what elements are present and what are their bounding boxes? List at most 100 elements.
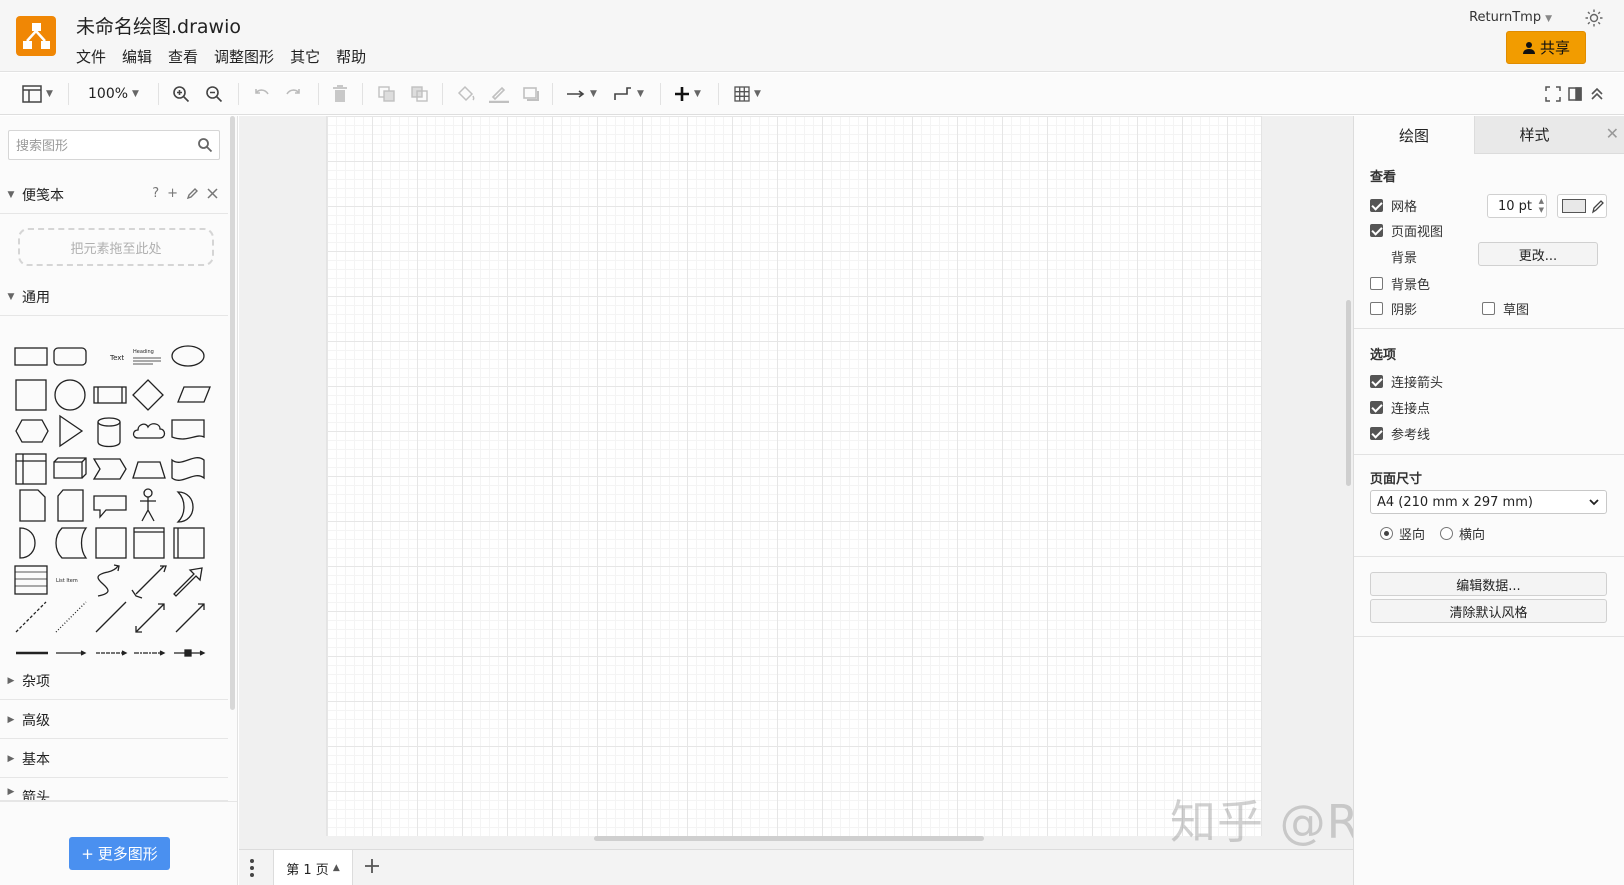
- shape-ellipse[interactable]: [171, 345, 205, 367]
- page-size-select[interactable]: A4 (210 mm x 297 mm): [1370, 490, 1607, 514]
- background-color-checkbox[interactable]: [1370, 277, 1383, 290]
- zoom-dropdown[interactable]: 100% ▼: [88, 83, 139, 105]
- sketch-checkbox[interactable]: [1482, 302, 1495, 315]
- guides-option[interactable]: 参考线: [1370, 424, 1430, 443]
- connection-points-checkbox[interactable]: [1370, 401, 1383, 414]
- shape-tape[interactable]: [171, 457, 205, 481]
- fullscreen-button[interactable]: [1545, 83, 1561, 105]
- shape-cylinder[interactable]: [97, 417, 121, 448]
- shape-list-item[interactable]: List Item: [56, 578, 78, 584]
- menu-view[interactable]: 查看: [168, 46, 198, 67]
- spinner-icon[interactable]: ▲ ▼: [1539, 197, 1544, 215]
- shape-labeled-connector[interactable]: [96, 650, 128, 656]
- zoom-out-button[interactable]: [205, 83, 223, 105]
- grid-checkbox[interactable]: [1370, 199, 1383, 212]
- zoom-in-button[interactable]: [172, 83, 190, 105]
- table-button[interactable]: ▼: [734, 83, 761, 105]
- portrait-radio[interactable]: [1380, 527, 1393, 540]
- general-header[interactable]: ▼ 通用: [0, 278, 228, 316]
- shadow-option[interactable]: 阴影: [1370, 299, 1417, 318]
- page-tab-1[interactable]: 第 1 页 ▲: [273, 850, 353, 885]
- connection-style-button[interactable]: ▼: [566, 83, 597, 105]
- shape-list[interactable]: [14, 565, 48, 595]
- shape-vertical-container[interactable]: [173, 527, 205, 559]
- menu-arrange[interactable]: 调整图形: [214, 46, 274, 67]
- shape-textbox[interactable]: Heading: [133, 349, 161, 365]
- connection-arrows-option[interactable]: 连接箭头: [1370, 372, 1443, 391]
- shadow-checkbox[interactable]: [1370, 302, 1383, 315]
- shape-directional-connector[interactable]: [175, 603, 205, 633]
- scratchpad-header[interactable]: ▼ 便笺本 ? +: [0, 176, 228, 214]
- portrait-option[interactable]: 竖向: [1380, 524, 1425, 543]
- redo-button[interactable]: [285, 83, 303, 105]
- more-shapes-button[interactable]: + 更多图形: [69, 837, 170, 870]
- shape-arrow[interactable]: [173, 567, 203, 597]
- scratchpad-drop-zone[interactable]: 把元素拖至此处: [18, 228, 214, 266]
- shape-data-storage[interactable]: [55, 527, 88, 559]
- share-button[interactable]: 共享: [1506, 31, 1586, 64]
- menu-extras[interactable]: 其它: [290, 46, 320, 67]
- background-color-option[interactable]: 背景色: [1370, 274, 1430, 293]
- theme-sun-icon[interactable]: [1584, 8, 1604, 28]
- shape-text[interactable]: Text: [109, 354, 124, 362]
- shape-actor[interactable]: [140, 488, 156, 522]
- edit-data-button[interactable]: 编辑数据...: [1370, 572, 1607, 596]
- grid-size-input[interactable]: 10 pt ▲ ▼: [1487, 194, 1547, 218]
- shape-link-arrow[interactable]: [56, 650, 87, 656]
- basic-header[interactable]: ▶ 基本: [0, 740, 228, 778]
- horizontal-scrollbar[interactable]: [594, 836, 984, 841]
- add-page-icon[interactable]: [363, 857, 381, 875]
- shape-dashed-line[interactable]: [15, 601, 47, 633]
- shape-cube[interactable]: [53, 457, 87, 479]
- add-button[interactable]: +: [167, 186, 178, 201]
- change-background-button[interactable]: 更改...: [1478, 242, 1598, 266]
- shape-multi-label-connector[interactable]: [134, 650, 166, 656]
- connection-arrows-checkbox[interactable]: [1370, 375, 1383, 388]
- user-menu[interactable]: ReturnTmp ▼: [1469, 10, 1552, 25]
- shape-swimlane[interactable]: [133, 527, 165, 559]
- view-panels-button[interactable]: ▼: [22, 83, 53, 105]
- sketch-option[interactable]: 草图: [1482, 299, 1529, 318]
- shape-step[interactable]: [92, 458, 127, 480]
- document-title[interactable]: 未命名绘图.drawio: [76, 12, 241, 39]
- format-panel-toggle[interactable]: [1567, 83, 1583, 105]
- shape-document[interactable]: [171, 419, 205, 440]
- shape-note[interactable]: [19, 489, 46, 522]
- diagram-page[interactable]: [326, 116, 1262, 836]
- shape-container[interactable]: [95, 527, 127, 559]
- close-icon[interactable]: ✕: [1606, 124, 1619, 143]
- line-color-button[interactable]: [488, 83, 510, 105]
- shape-cloud[interactable]: [132, 423, 166, 439]
- undo-button[interactable]: [252, 83, 270, 105]
- delete-button[interactable]: [332, 83, 348, 105]
- to-front-button[interactable]: [377, 83, 397, 105]
- search-icon[interactable]: [197, 137, 213, 153]
- sidebar-scrollbar[interactable]: [230, 116, 235, 710]
- kebab-menu-icon[interactable]: [249, 858, 255, 878]
- vertical-scrollbar[interactable]: [1346, 300, 1351, 486]
- landscape-option[interactable]: 横向: [1440, 524, 1485, 543]
- shape-curve[interactable]: [97, 564, 120, 597]
- landscape-radio[interactable]: [1440, 527, 1453, 540]
- shape-square[interactable]: [15, 379, 47, 411]
- shape-triangle[interactable]: [59, 414, 84, 448]
- shadow-button[interactable]: [522, 83, 540, 105]
- clear-default-style-button[interactable]: 清除默认风格: [1370, 599, 1607, 623]
- menu-file[interactable]: 文件: [76, 46, 106, 67]
- search-input[interactable]: [16, 136, 186, 156]
- shape-relation-connector[interactable]: [174, 649, 206, 657]
- fill-color-button[interactable]: [456, 83, 476, 105]
- shape-internal-storage[interactable]: [15, 453, 47, 485]
- menu-help[interactable]: 帮助: [336, 46, 366, 67]
- to-back-button[interactable]: [410, 83, 430, 105]
- diagram-canvas[interactable]: [239, 116, 1353, 849]
- arrows-header[interactable]: ▶ 箭头: [0, 779, 228, 801]
- shape-diamond[interactable]: [132, 379, 164, 411]
- shape-circle[interactable]: [54, 379, 86, 411]
- waypoints-button[interactable]: ▼: [613, 83, 644, 105]
- menu-edit[interactable]: 编辑: [122, 46, 152, 67]
- grid-color-button[interactable]: [1557, 194, 1607, 218]
- collapse-toolbar-button[interactable]: [1590, 83, 1604, 105]
- shape-delay[interactable]: [19, 527, 36, 559]
- tab-diagram[interactable]: 绘图: [1354, 116, 1474, 154]
